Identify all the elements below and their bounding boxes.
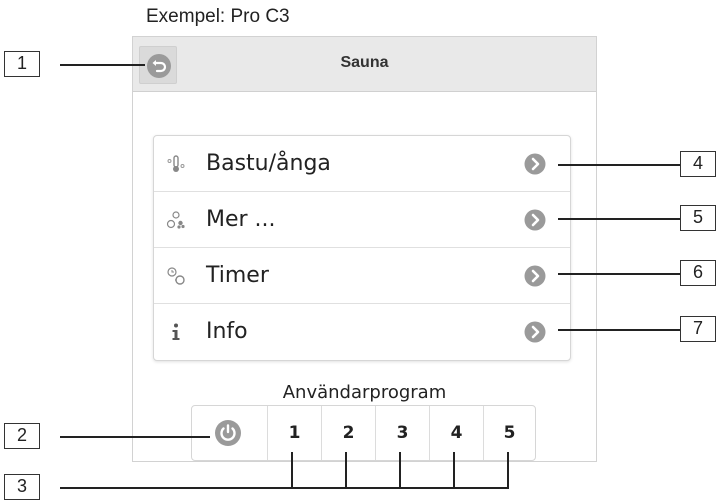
chevron-right-icon bbox=[524, 321, 546, 343]
menu-item-label: Bastu/ånga bbox=[206, 151, 331, 176]
menu-item-label: Info bbox=[206, 319, 248, 344]
menu-item-bastu[interactable]: Bastu/ånga bbox=[154, 136, 570, 192]
header-bar: Sauna bbox=[133, 37, 596, 92]
callout-4: 4 bbox=[680, 151, 716, 177]
leader-line-3-tick bbox=[291, 452, 293, 488]
leader-line-2 bbox=[60, 436, 210, 438]
power-icon bbox=[215, 420, 241, 446]
menu-item-mer[interactable]: Mer ... bbox=[154, 192, 570, 248]
leader-line-1 bbox=[60, 64, 145, 66]
chevron-right-icon bbox=[524, 209, 546, 231]
figure-caption: Exempel: Pro C3 bbox=[146, 6, 290, 27]
menu-item-info[interactable]: Info bbox=[154, 304, 570, 360]
callout-6: 6 bbox=[680, 260, 716, 286]
user-programs-title: Användarprogram bbox=[282, 382, 447, 403]
program-button-4[interactable]: 4 bbox=[429, 406, 483, 460]
leader-line-3-tick bbox=[453, 452, 455, 488]
callout-2: 2 bbox=[4, 423, 40, 449]
chevron-right-icon bbox=[524, 265, 546, 287]
leader-line-4 bbox=[558, 164, 680, 166]
program-button-2[interactable]: 2 bbox=[321, 406, 375, 460]
program-button-5[interactable]: 5 bbox=[483, 406, 535, 460]
power-button[interactable] bbox=[192, 406, 267, 460]
callout-7: 7 bbox=[680, 316, 716, 342]
control-panel-screen: Sauna Bastu/ånga Mer ... Timer Info Anvä… bbox=[132, 36, 597, 462]
user-programs-bar: 1 2 3 4 5 bbox=[191, 405, 536, 461]
extras-icon bbox=[166, 211, 185, 229]
menu-item-label: Timer bbox=[206, 263, 269, 288]
menu-item-label: Mer ... bbox=[206, 207, 276, 232]
timer-icon bbox=[167, 267, 185, 285]
callout-3: 3 bbox=[4, 474, 40, 500]
page-title: Sauna bbox=[340, 54, 389, 71]
leader-line-3-tick bbox=[507, 452, 509, 488]
callout-1: 1 bbox=[4, 51, 40, 77]
leader-line-6 bbox=[558, 273, 680, 275]
main-menu: Bastu/ånga Mer ... Timer Info bbox=[153, 135, 571, 361]
leader-line-3-tick bbox=[345, 452, 347, 488]
thermometer-icon bbox=[167, 155, 185, 172]
program-button-3[interactable]: 3 bbox=[375, 406, 429, 460]
program-button-1[interactable]: 1 bbox=[267, 406, 321, 460]
info-icon bbox=[172, 323, 180, 340]
leader-line-3-tick bbox=[399, 452, 401, 488]
leader-line-5 bbox=[558, 218, 680, 220]
callout-5: 5 bbox=[680, 205, 716, 231]
chevron-right-icon bbox=[524, 153, 546, 175]
menu-item-timer[interactable]: Timer bbox=[154, 248, 570, 304]
leader-line-7 bbox=[558, 329, 680, 331]
leader-line-3 bbox=[60, 487, 509, 489]
